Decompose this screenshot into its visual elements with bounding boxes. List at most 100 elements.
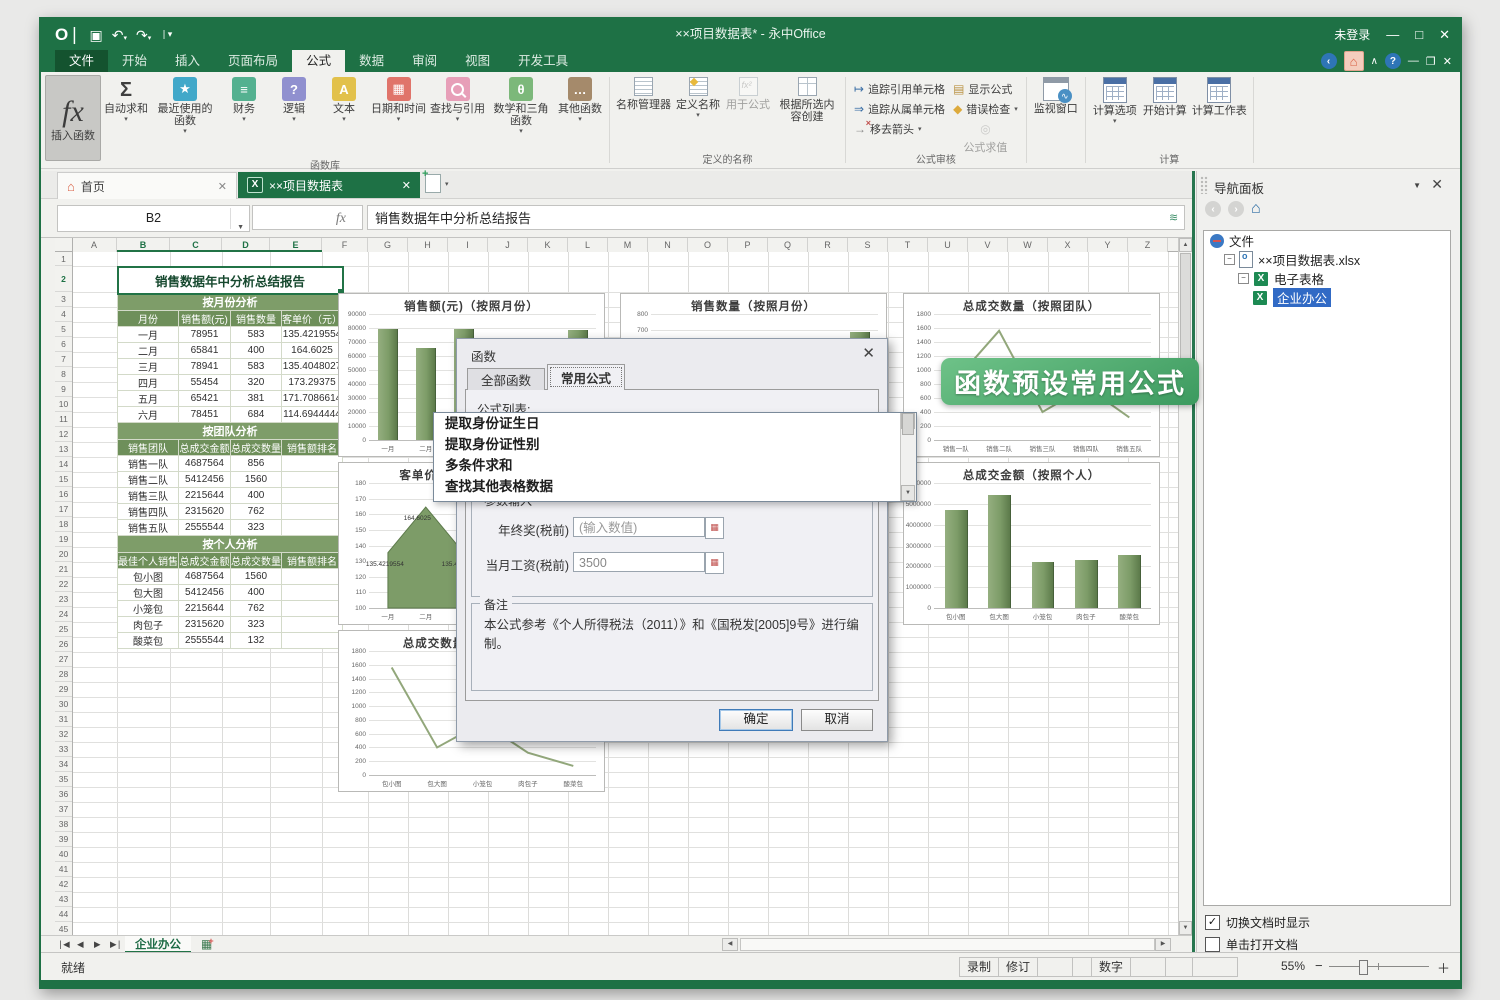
cell[interactable]: 762 [231, 504, 282, 520]
formula-list-item[interactable]: 提取身份证生日 [434, 413, 916, 434]
cell[interactable]: 78951 [179, 327, 231, 343]
close-home-tab-icon[interactable]: ✕ [218, 180, 227, 193]
hscroll-right-icon[interactable]: ▶ [1155, 938, 1171, 951]
monthly-salary-input[interactable]: 3500 [573, 552, 705, 572]
ribbon-tab-开发工具[interactable]: 开发工具 [504, 50, 582, 72]
ribbon-tab-数据[interactable]: 数据 [345, 50, 398, 72]
name-box-caret-icon[interactable]: ▼ [237, 215, 244, 240]
row-header-3[interactable]: 3 [55, 292, 72, 307]
grid-vertical-scrollbar[interactable]: ▲ ▼ [1178, 238, 1192, 935]
cell[interactable]: 销售一队 [118, 456, 179, 472]
cell[interactable]: 销售二队 [118, 472, 179, 488]
list-scroll-thumb[interactable] [902, 413, 914, 435]
list-scroll-down-icon[interactable]: ▼ [901, 485, 915, 501]
column-header-O[interactable]: O [688, 238, 728, 252]
row-header-6[interactable]: 6 [55, 337, 72, 352]
cell[interactable]: 2555544 [179, 633, 231, 649]
cell-column-header[interactable]: 总成交金额 [179, 440, 231, 456]
cell[interactable]: 4687564 [179, 569, 231, 585]
home-icon[interactable]: ⌂ [1344, 51, 1364, 71]
ribbon-item-计算工作表[interactable]: 计算工作表 [1190, 75, 1249, 119]
back-icon[interactable]: ‹ [1321, 53, 1337, 69]
column-header-Z[interactable]: Z [1128, 238, 1168, 252]
panel-menu-caret-icon[interactable]: ▼ [1413, 181, 1421, 190]
horizontal-scrollbar[interactable] [740, 938, 1155, 951]
cell[interactable]: 四月 [118, 375, 179, 391]
ribbon-item-数学和三角函数[interactable]: θ数学和三角函数▾ [487, 75, 555, 137]
ribbon-item-插入函数[interactable]: fx插入函数 [45, 75, 101, 161]
new-document-button[interactable]: ▾ [425, 174, 449, 193]
cell[interactable]: 65421 [179, 391, 231, 407]
cell[interactable]: 小笼包 [118, 601, 179, 617]
cell[interactable]: 135.4219554 [282, 327, 343, 343]
doc-tab-active[interactable]: X ××项目数据表 ✕ [238, 172, 420, 198]
cell[interactable]: 包大图 [118, 585, 179, 601]
formula-input[interactable]: 销售数据年中分析总结报告 [367, 205, 1185, 230]
doc-tab-home[interactable]: ⌂ 首页 ✕ [57, 172, 237, 199]
ribbon-item-文本[interactable]: A文本▾ [319, 75, 369, 125]
row-header-7[interactable]: 7 [55, 352, 72, 367]
row-header-31[interactable]: 31 [55, 712, 72, 727]
row-header-27[interactable]: 27 [55, 652, 72, 667]
cell[interactable]: 2215644 [179, 488, 231, 504]
formula-bar-expand-icon[interactable]: ≋ [1169, 211, 1178, 224]
zoom-slider-track[interactable] [1329, 966, 1429, 967]
ribbon-item-查找与引用[interactable]: 查找与引用▾ [428, 75, 487, 125]
first-sheet-icon[interactable]: ❘◀ [57, 939, 69, 950]
row-header-25[interactable]: 25 [55, 622, 72, 637]
row-header-2[interactable]: 2 [55, 266, 72, 292]
column-header-L[interactable]: L [568, 238, 608, 252]
tree-expander-icon[interactable]: − [1238, 273, 1249, 284]
cell[interactable]: 销售四队 [118, 504, 179, 520]
cell[interactable]: 856 [231, 456, 282, 472]
row-header-19[interactable]: 19 [55, 532, 72, 547]
column-header-J[interactable]: J [488, 238, 528, 252]
ribbon-item-定义名称[interactable]: 定义名称▾ [673, 75, 723, 121]
ribbon-item-逻辑[interactable]: ?逻辑▾ [269, 75, 319, 125]
row-header-13[interactable]: 13 [55, 442, 72, 457]
tree-item-文件[interactable]: 文件 [1204, 231, 1450, 250]
checkbox-show-on-switch[interactable]: ✓ 切换文档时显示 [1205, 914, 1310, 931]
status-cell-录制[interactable]: 录制 [959, 957, 999, 977]
tree-item-电子表格[interactable]: −X电子表格 [1204, 269, 1450, 288]
row-header-20[interactable]: 20 [55, 547, 72, 562]
ribbon-item-追踪从属单元格[interactable]: ⇒追踪从属单元格 [854, 101, 945, 116]
cell-column-header[interactable]: 销售数量 [231, 311, 282, 327]
ribbon-item-移去箭头[interactable]: →×移去箭头▾ [854, 121, 945, 136]
nav-forward-icon[interactable]: › [1228, 201, 1244, 217]
panel-grip[interactable] [1200, 176, 1208, 194]
tree-item-××项目数据表.xlsx[interactable]: −××项目数据表.xlsx [1204, 250, 1450, 269]
close-icon[interactable]: ✕ [1439, 28, 1450, 41]
cell[interactable]: 320 [231, 375, 282, 391]
cell[interactable]: 323 [231, 520, 282, 536]
row-header-43[interactable]: 43 [55, 892, 72, 907]
row-header-23[interactable]: 23 [55, 592, 72, 607]
formula-list-item[interactable]: 提取身份证性别 [434, 434, 916, 455]
cell[interactable]: 4687564 [179, 456, 231, 472]
column-header-Y[interactable]: Y [1088, 238, 1128, 252]
next-sheet-icon[interactable]: ▶ [94, 939, 100, 950]
checkbox-unchecked-icon[interactable] [1205, 937, 1220, 952]
cell[interactable]: 5412456 [179, 585, 231, 601]
row-header-36[interactable]: 36 [55, 787, 72, 802]
zoom-slider-thumb[interactable] [1359, 960, 1368, 975]
list-scrollbar[interactable]: ▲ ▼ [900, 413, 916, 501]
cell[interactable] [282, 472, 343, 488]
ribbon-tab-开始[interactable]: 开始 [108, 50, 161, 72]
ribbon-tab-视图[interactable]: 视图 [451, 50, 504, 72]
nav-back-icon[interactable]: ‹ [1205, 201, 1221, 217]
cell[interactable]: 135.4048027 [282, 359, 343, 375]
status-cell-数字[interactable]: 数字 [1091, 957, 1131, 977]
column-header-U[interactable]: U [928, 238, 968, 252]
cell-column-header[interactable]: 客单价（元） [282, 311, 343, 327]
cell[interactable]: 132 [231, 633, 282, 649]
prev-sheet-icon[interactable]: ◀ [77, 939, 83, 950]
cell-column-header[interactable]: 月份 [118, 311, 179, 327]
zoom-out-icon[interactable]: − [1315, 958, 1323, 973]
column-header-A[interactable]: A [72, 238, 117, 252]
cell[interactable]: 销售五队 [118, 520, 179, 536]
row-header-21[interactable]: 21 [55, 562, 72, 577]
row-header-22[interactable]: 22 [55, 577, 72, 592]
row-header-44[interactable]: 44 [55, 907, 72, 922]
doc-minimize-icon[interactable]: — [1408, 55, 1419, 67]
